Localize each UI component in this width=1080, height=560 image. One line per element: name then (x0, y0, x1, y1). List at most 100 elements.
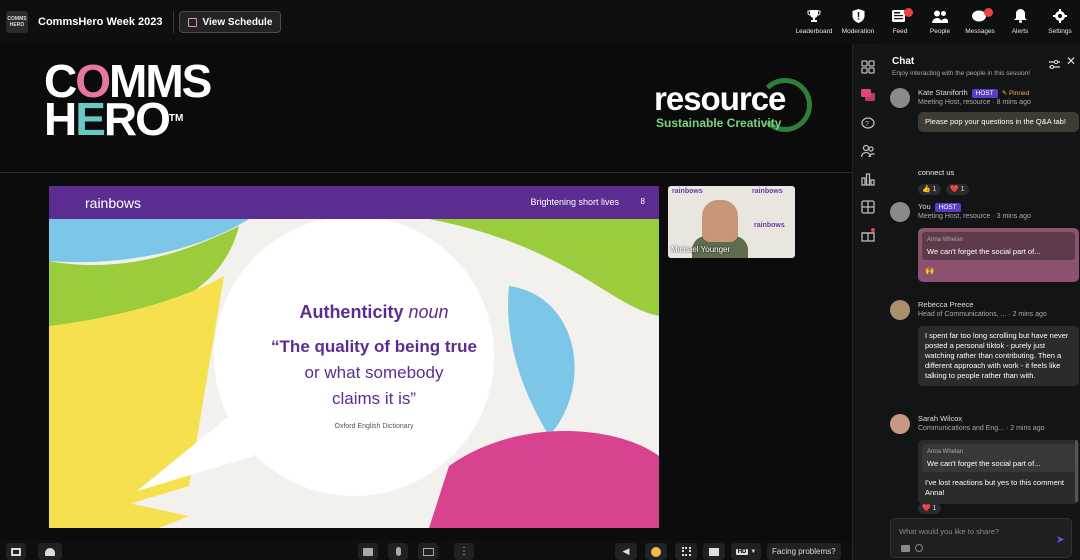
backdrop-text: rainbows (672, 188, 703, 195)
author-name[interactable]: You (918, 202, 931, 211)
facing-problems-button[interactable]: Facing problems? (767, 543, 841, 560)
share-screen-icon (422, 547, 434, 556)
nav-label: People (929, 28, 951, 35)
avatar[interactable] (890, 202, 910, 222)
board-icon[interactable] (861, 200, 875, 214)
close-icon[interactable]: ✕ (1066, 54, 1076, 68)
chat-input[interactable]: What would you like to share? ➤ (890, 518, 1072, 558)
camera-toggle-button[interactable] (358, 543, 378, 560)
reaction-chip[interactable]: ❤️ 1 (946, 184, 969, 195)
more-options-button[interactable]: ⋮ (454, 543, 474, 560)
quality-select[interactable]: HD ▼ (731, 543, 761, 560)
slide-heading: Authenticity noun (239, 302, 509, 323)
message-bubble: Anna Whelan We can't forget the social p… (918, 228, 1079, 282)
backdrop-text: rainbows (754, 222, 785, 229)
gear-icon (1052, 9, 1068, 23)
message-meta: Communications and Eng... · 2 mins ago (918, 425, 1045, 432)
nav-feed[interactable]: Feed (880, 0, 920, 44)
top-bar: COMMS HERO CommsHero Week 2023 View Sche… (0, 0, 1080, 44)
participants-button[interactable] (38, 543, 62, 560)
avatar[interactable] (890, 300, 910, 320)
nav-settings[interactable]: Settings (1040, 0, 1080, 44)
host-badge: HOST (971, 89, 998, 98)
nav-label: Alerts (1011, 28, 1029, 35)
grid-view-button[interactable] (675, 543, 697, 560)
event-banner: COMMS HEROTM resource Sustainable Creati… (0, 44, 852, 172)
comms-hero-logo: COMMS HEROTM (44, 55, 212, 145)
message-bubble: Anna Whelan We can't forget the social p… (918, 440, 1079, 504)
resource-logo-word: resource (654, 80, 786, 117)
notification-badge (904, 8, 913, 17)
author-name[interactable]: Rebecca Preece (918, 300, 973, 309)
more-icon: ⋮ (459, 546, 469, 557)
author-role: Head of Communications, ... (918, 311, 1007, 318)
resource-logo: resource Sustainable Creativity (654, 80, 786, 131)
divider (172, 11, 174, 33)
message-text: I've lost reactions but yes to this comm… (925, 478, 1064, 497)
view-schedule-button[interactable]: View Schedule (178, 11, 282, 33)
gif-icon[interactable] (901, 545, 910, 552)
speaker-name: Michael Younger (671, 245, 731, 254)
qa-icon[interactable]: ? (861, 116, 875, 130)
bottom-control-bar: ⋮ ◀ HD ▼ Facing problems? (0, 540, 852, 560)
author-role: Meeting Host, resource (918, 99, 991, 106)
app-logo[interactable]: COMMS HERO (6, 11, 28, 33)
message-text: 🙌 (925, 266, 935, 275)
speaker-video-tile[interactable]: rainbows rainbows rainbows Michael Young… (668, 186, 795, 258)
message-author-line: You HOST (918, 202, 961, 212)
reaction-chip[interactable]: ❤️ 1 (918, 503, 941, 514)
svg-text:?: ? (865, 121, 869, 128)
slide-definition: Authenticity noun “The quality of being … (239, 302, 509, 430)
speaker-volume-button[interactable]: ◀ (615, 543, 637, 560)
author-name[interactable]: Sarah Wilcox (918, 414, 962, 423)
message-meta: Meeting Host, resource · 8 mins ago (918, 99, 1031, 106)
people-icon[interactable] (860, 144, 875, 158)
slide-tagline: Brightening short lives (530, 197, 619, 207)
poll-icon[interactable] (861, 172, 875, 186)
chat-subtitle: Enjoy interacting with the people in thi… (892, 70, 1031, 77)
message-time: 2 mins ago (1012, 311, 1047, 318)
view-schedule-label: View Schedule (202, 16, 273, 28)
nav-alerts[interactable]: Alerts (1000, 0, 1040, 44)
pin-icon: ✎ (1001, 90, 1008, 97)
scrollbar[interactable] (1075, 440, 1078, 502)
avatar[interactable] (890, 88, 910, 108)
nav-messages[interactable]: Messages (960, 0, 1000, 44)
nav-leaderboard[interactable]: Leaderboard (792, 0, 836, 44)
quoted-text: We can't forget the social part of... (927, 459, 1041, 468)
side-rail: ? (852, 44, 882, 560)
quoted-author: Anna Whelan (927, 237, 964, 243)
calendar-icon (187, 17, 197, 27)
apps-grid-icon[interactable] (861, 60, 875, 74)
reactions-button[interactable] (645, 543, 667, 560)
shield-icon (850, 9, 866, 23)
mic-toggle-button[interactable] (388, 543, 408, 560)
resource-tagline: Sustainable Creativity (656, 116, 782, 130)
host-badge: HOST (934, 203, 961, 212)
pinned-label: Pinned (1008, 90, 1030, 97)
mic-off-icon (395, 547, 401, 556)
chat-panel: Chat Enjoy interacting with the people i… (882, 44, 1080, 560)
layout-button[interactable] (6, 543, 26, 560)
author-name[interactable]: Kate Staniforth (918, 88, 968, 97)
reaction-chip[interactable]: 👍 1 (918, 184, 941, 195)
quoted-message[interactable]: Anna Whelan We can't forget the social p… (922, 444, 1075, 472)
avatar[interactable] (890, 414, 910, 434)
quoted-author: Anna Whelan (927, 449, 964, 455)
quote-line-1: “The quality of being true (271, 337, 477, 356)
emoji-icon[interactable] (915, 544, 923, 552)
nav-label: Feed (892, 28, 908, 35)
message-meta: Head of Communications, ... · 2 mins ago (918, 311, 1047, 318)
nav-people[interactable]: People (920, 0, 960, 44)
layout-icon (11, 547, 21, 556)
message-meta: Meeting Host, resource · 3 mins ago (918, 213, 1031, 220)
send-icon[interactable]: ➤ (1056, 533, 1065, 546)
filter-icon[interactable] (1049, 56, 1060, 74)
share-screen-button[interactable] (418, 543, 438, 560)
quoted-message[interactable]: Anna Whelan We can't forget the social p… (922, 232, 1075, 260)
author-role: Communications and Eng... (918, 425, 1004, 432)
nav-moderation[interactable]: Moderation (836, 0, 880, 44)
theater-view-button[interactable] (703, 543, 725, 560)
gift-icon[interactable] (861, 228, 875, 242)
chat-icon[interactable] (861, 88, 875, 102)
